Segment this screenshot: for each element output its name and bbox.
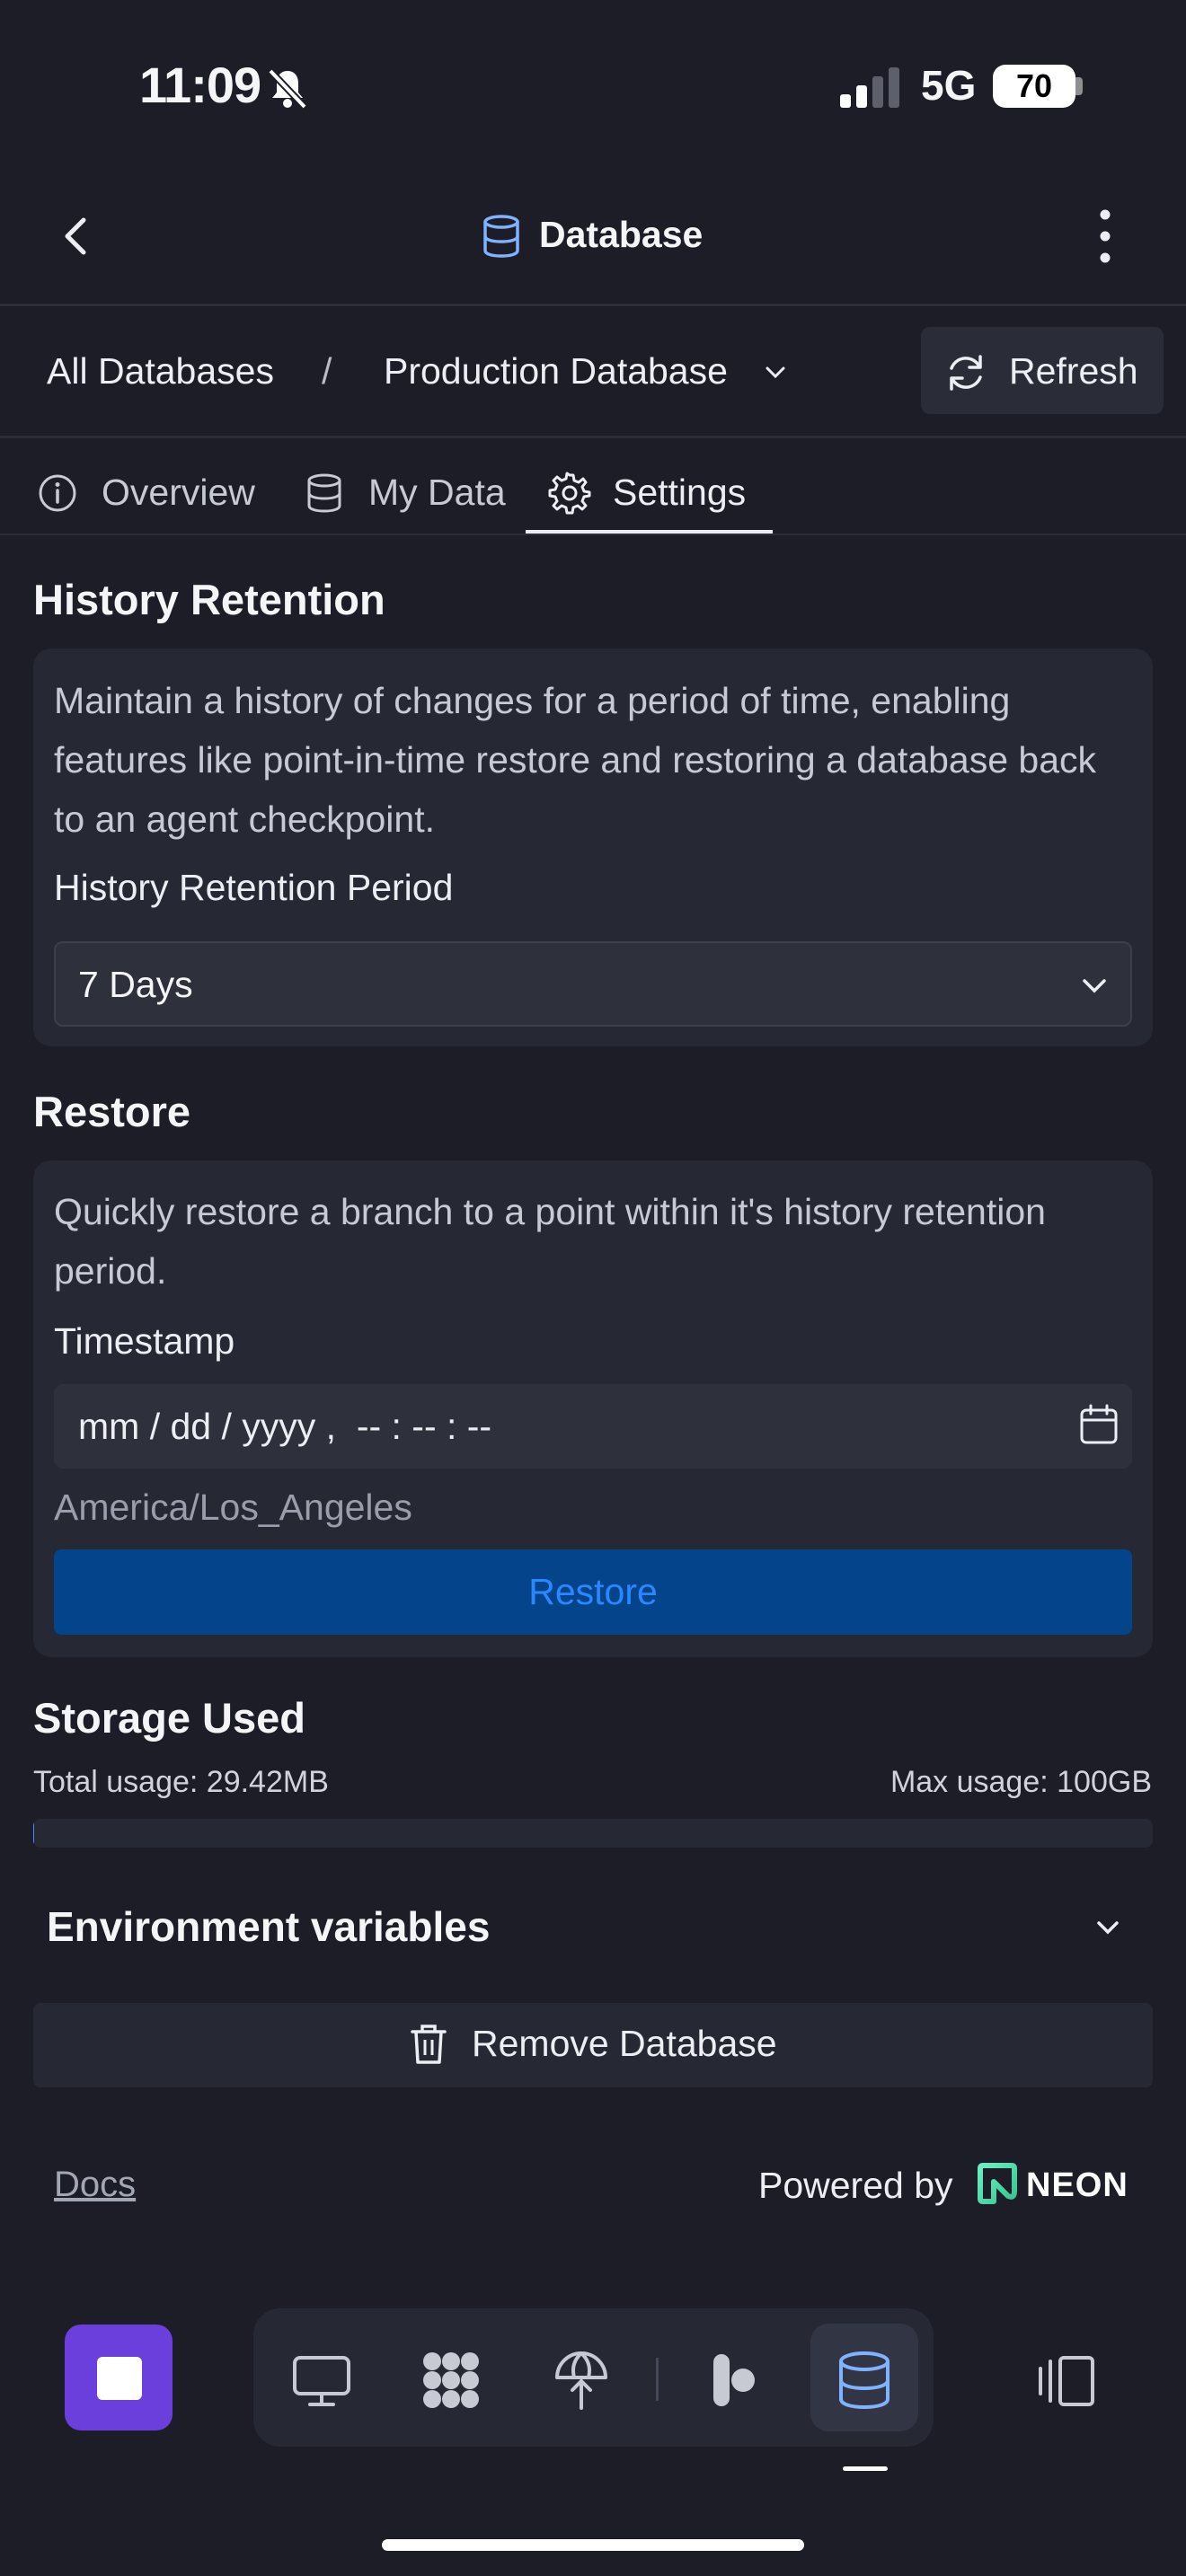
breadcrumb-separator: / <box>322 350 332 392</box>
breadcrumb-current-database[interactable]: Production Database <box>384 350 728 393</box>
storage-usage-bar <box>33 1819 1153 1848</box>
refresh-icon <box>950 355 982 391</box>
history-period-label: History Retention Period <box>54 867 454 908</box>
timestamp-placeholder: mm / dd / yyyy , -- : -- : -- <box>78 1406 492 1447</box>
chevron-down-icon <box>1083 979 1106 993</box>
database-icon <box>307 473 341 513</box>
section-title-restore: Restore <box>33 1088 191 1135</box>
refresh-label: Refresh <box>1009 350 1138 392</box>
bell-slash-icon <box>268 68 307 110</box>
chevron-down-icon[interactable] <box>1092 1911 1124 1944</box>
tab-settings[interactable]: Settings <box>613 472 746 514</box>
timezone-label: America/Los_Angeles <box>54 1486 412 1528</box>
tab-overview[interactable]: Overview <box>102 472 255 514</box>
powered-by-text: Powered by <box>758 2165 953 2206</box>
divider <box>0 534 1186 535</box>
battery-indicator: 70 <box>993 65 1075 108</box>
network-type: 5G <box>921 62 977 109</box>
divider <box>0 436 1186 438</box>
home-indicator <box>382 2539 804 2551</box>
chevron-down-icon[interactable] <box>762 359 789 386</box>
apps-grid-icon[interactable] <box>420 2349 482 2412</box>
env-variables-toggle[interactable]: Environment variables <box>47 1902 490 1951</box>
section-title-history: History Retention <box>33 576 385 623</box>
battery-cap <box>1075 77 1083 95</box>
history-description: Maintain a history of changes for a peri… <box>54 680 1097 840</box>
timestamp-label: Timestamp <box>54 1320 235 1362</box>
section-title-storage: Storage Used <box>33 1694 305 1742</box>
database-icon <box>483 215 519 258</box>
status-time: 11:09 <box>139 57 261 113</box>
info-icon <box>39 474 76 512</box>
more-vertical-icon[interactable] <box>1087 207 1123 266</box>
agent-icon[interactable] <box>704 2349 766 2412</box>
neon-logo-icon <box>978 2163 1017 2204</box>
back-icon[interactable] <box>49 209 103 263</box>
gear-icon <box>548 472 591 515</box>
tab-my-data[interactable]: My Data <box>368 472 506 514</box>
breadcrumb-all-databases[interactable]: All Databases <box>47 350 274 393</box>
deploy-icon[interactable] <box>550 2349 613 2412</box>
trash-icon <box>411 2025 447 2064</box>
total-usage: Total usage: 29.42MB <box>33 1765 329 1799</box>
calendar-icon[interactable] <box>1078 1403 1120 1446</box>
history-period-value: 7 Days <box>78 964 193 1005</box>
max-usage: Max usage: 100GB <box>890 1765 1152 1799</box>
restore-button-label: Restore <box>528 1571 658 1612</box>
signal-icon <box>840 67 899 108</box>
history-period-select[interactable] <box>54 941 1132 1027</box>
page-title: Database <box>539 214 704 255</box>
active-dock-indicator <box>843 2466 888 2471</box>
docs-link[interactable]: Docs <box>54 2165 136 2205</box>
remove-database-label: Remove Database <box>472 2023 777 2064</box>
neon-brand: NEON <box>1026 2166 1128 2204</box>
divider <box>0 304 1186 306</box>
dock-separator <box>656 2358 659 2401</box>
database-icon[interactable] <box>833 2349 896 2412</box>
stop-icon <box>97 2357 142 2400</box>
restore-description: Quickly restore a branch to a point with… <box>54 1191 1046 1292</box>
monitor-icon[interactable] <box>290 2349 353 2412</box>
panel-toggle-icon[interactable] <box>1035 2349 1098 2412</box>
